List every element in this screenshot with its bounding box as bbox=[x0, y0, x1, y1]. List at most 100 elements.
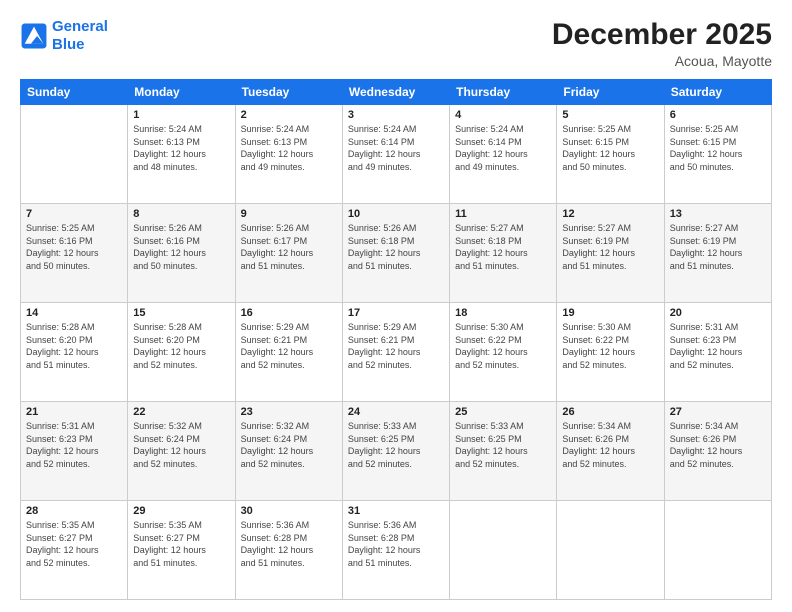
calendar-header-row: SundayMondayTuesdayWednesdayThursdayFrid… bbox=[21, 80, 772, 105]
day-info: Sunrise: 5:35 AM Sunset: 6:27 PM Dayligh… bbox=[26, 519, 122, 569]
day-number: 15 bbox=[133, 307, 229, 319]
day-info: Sunrise: 5:34 AM Sunset: 6:26 PM Dayligh… bbox=[670, 420, 766, 470]
calendar-cell: 8 Sunrise: 5:26 AM Sunset: 6:16 PM Daylig… bbox=[128, 204, 235, 303]
calendar-cell: 31Sunrise: 5:36 AM Sunset: 6:28 PM Dayli… bbox=[342, 501, 449, 600]
day-info: Sunrise: 5:27 AM Sunset: 6:19 PM Dayligh… bbox=[670, 222, 766, 272]
day-number: 29 bbox=[133, 505, 229, 517]
calendar-cell: 3 Sunrise: 5:24 AM Sunset: 6:14 PM Daylig… bbox=[342, 105, 449, 204]
calendar-cell: 7 Sunrise: 5:25 AM Sunset: 6:16 PM Daylig… bbox=[21, 204, 128, 303]
col-header-friday: Friday bbox=[557, 80, 664, 105]
calendar-week-row: 1 Sunrise: 5:24 AM Sunset: 6:13 PM Daylig… bbox=[21, 105, 772, 204]
calendar-table: SundayMondayTuesdayWednesdayThursdayFrid… bbox=[20, 79, 772, 600]
day-info: Sunrise: 5:24 AM Sunset: 6:14 PM Dayligh… bbox=[348, 123, 444, 173]
col-header-tuesday: Tuesday bbox=[235, 80, 342, 105]
logo-general: General bbox=[52, 18, 108, 35]
calendar-cell: 29 Sunrise: 5:35 AM Sunset: 6:27 PM Dayli… bbox=[128, 501, 235, 600]
day-number: 20 bbox=[670, 307, 766, 319]
calendar-week-row: 21 Sunrise: 5:31 AM Sunset: 6:23 PM Dayli… bbox=[21, 402, 772, 501]
calendar-cell: 18Sunrise: 5:30 AM Sunset: 6:22 PM Dayli… bbox=[450, 303, 557, 402]
day-info: Sunrise: 5:36 AM Sunset: 6:28 PM Dayligh… bbox=[241, 519, 337, 569]
day-number: 25 bbox=[455, 406, 551, 418]
day-number: 13 bbox=[670, 208, 766, 220]
day-info: Sunrise: 5:28 AM Sunset: 6:20 PM Dayligh… bbox=[133, 321, 229, 371]
day-number: 19 bbox=[562, 307, 658, 319]
day-info: Sunrise: 5:36 AM Sunset: 6:28 PM Dayligh… bbox=[348, 519, 444, 569]
calendar-cell: 10Sunrise: 5:26 AM Sunset: 6:18 PM Dayli… bbox=[342, 204, 449, 303]
day-info: Sunrise: 5:31 AM Sunset: 6:23 PM Dayligh… bbox=[26, 420, 122, 470]
calendar-cell bbox=[664, 501, 771, 600]
day-info: Sunrise: 5:33 AM Sunset: 6:25 PM Dayligh… bbox=[348, 420, 444, 470]
day-info: Sunrise: 5:29 AM Sunset: 6:21 PM Dayligh… bbox=[348, 321, 444, 371]
day-info: Sunrise: 5:28 AM Sunset: 6:20 PM Dayligh… bbox=[26, 321, 122, 371]
calendar-cell: 13 Sunrise: 5:27 AM Sunset: 6:19 PM Dayli… bbox=[664, 204, 771, 303]
day-number: 1 bbox=[133, 109, 229, 121]
title-block: December 2025 Acoua, Mayotte bbox=[552, 18, 772, 69]
day-number: 22 bbox=[133, 406, 229, 418]
day-number: 23 bbox=[241, 406, 337, 418]
calendar-cell: 22 Sunrise: 5:32 AM Sunset: 6:24 PM Dayli… bbox=[128, 402, 235, 501]
calendar-cell: 23 Sunrise: 5:32 AM Sunset: 6:24 PM Dayli… bbox=[235, 402, 342, 501]
calendar-week-row: 14Sunrise: 5:28 AM Sunset: 6:20 PM Dayli… bbox=[21, 303, 772, 402]
day-info: Sunrise: 5:25 AM Sunset: 6:15 PM Dayligh… bbox=[562, 123, 658, 173]
day-info: Sunrise: 5:26 AM Sunset: 6:16 PM Dayligh… bbox=[133, 222, 229, 272]
calendar-cell: 26Sunrise: 5:34 AM Sunset: 6:26 PM Dayli… bbox=[557, 402, 664, 501]
day-number: 9 bbox=[241, 208, 337, 220]
day-info: Sunrise: 5:25 AM Sunset: 6:16 PM Dayligh… bbox=[26, 222, 122, 272]
day-number: 24 bbox=[348, 406, 444, 418]
calendar-cell: 6Sunrise: 5:25 AM Sunset: 6:15 PM Daylig… bbox=[664, 105, 771, 204]
day-info: Sunrise: 5:32 AM Sunset: 6:24 PM Dayligh… bbox=[241, 420, 337, 470]
calendar-cell: 24 Sunrise: 5:33 AM Sunset: 6:25 PM Dayli… bbox=[342, 402, 449, 501]
logo-blue: Blue bbox=[52, 36, 85, 53]
day-info: Sunrise: 5:30 AM Sunset: 6:22 PM Dayligh… bbox=[455, 321, 551, 371]
day-number: 28 bbox=[26, 505, 122, 517]
day-number: 5 bbox=[562, 109, 658, 121]
calendar-cell: 11 Sunrise: 5:27 AM Sunset: 6:18 PM Dayli… bbox=[450, 204, 557, 303]
day-number: 2 bbox=[241, 109, 337, 121]
col-header-saturday: Saturday bbox=[664, 80, 771, 105]
calendar-cell: 25 Sunrise: 5:33 AM Sunset: 6:25 PM Dayli… bbox=[450, 402, 557, 501]
day-number: 17 bbox=[348, 307, 444, 319]
day-info: Sunrise: 5:32 AM Sunset: 6:24 PM Dayligh… bbox=[133, 420, 229, 470]
calendar-cell: 20 Sunrise: 5:31 AM Sunset: 6:23 PM Dayli… bbox=[664, 303, 771, 402]
day-number: 12 bbox=[562, 208, 658, 220]
day-info: Sunrise: 5:24 AM Sunset: 6:13 PM Dayligh… bbox=[241, 123, 337, 173]
day-number: 21 bbox=[26, 406, 122, 418]
day-number: 26 bbox=[562, 406, 658, 418]
day-info: Sunrise: 5:35 AM Sunset: 6:27 PM Dayligh… bbox=[133, 519, 229, 569]
day-info: Sunrise: 5:33 AM Sunset: 6:25 PM Dayligh… bbox=[455, 420, 551, 470]
calendar-cell: 5 Sunrise: 5:25 AM Sunset: 6:15 PM Daylig… bbox=[557, 105, 664, 204]
day-info: Sunrise: 5:27 AM Sunset: 6:19 PM Dayligh… bbox=[562, 222, 658, 272]
calendar-cell: 30 Sunrise: 5:36 AM Sunset: 6:28 PM Dayli… bbox=[235, 501, 342, 600]
calendar-cell bbox=[450, 501, 557, 600]
day-info: Sunrise: 5:29 AM Sunset: 6:21 PM Dayligh… bbox=[241, 321, 337, 371]
calendar-cell: 19 Sunrise: 5:30 AM Sunset: 6:22 PM Dayli… bbox=[557, 303, 664, 402]
calendar-cell: 28 Sunrise: 5:35 AM Sunset: 6:27 PM Dayli… bbox=[21, 501, 128, 600]
location-subtitle: Acoua, Mayotte bbox=[552, 53, 772, 69]
day-number: 16 bbox=[241, 307, 337, 319]
day-number: 8 bbox=[133, 208, 229, 220]
day-number: 7 bbox=[26, 208, 122, 220]
day-number: 10 bbox=[348, 208, 444, 220]
calendar-cell: 21 Sunrise: 5:31 AM Sunset: 6:23 PM Dayli… bbox=[21, 402, 128, 501]
page: General Blue December 2025 Acoua, Mayott… bbox=[0, 0, 792, 612]
day-number: 3 bbox=[348, 109, 444, 121]
col-header-sunday: Sunday bbox=[21, 80, 128, 105]
calendar-cell bbox=[21, 105, 128, 204]
calendar-cell bbox=[557, 501, 664, 600]
day-number: 6 bbox=[670, 109, 766, 121]
col-header-monday: Monday bbox=[128, 80, 235, 105]
calendar-week-row: 28 Sunrise: 5:35 AM Sunset: 6:27 PM Dayli… bbox=[21, 501, 772, 600]
calendar-cell: 16 Sunrise: 5:29 AM Sunset: 6:21 PM Dayli… bbox=[235, 303, 342, 402]
day-info: Sunrise: 5:24 AM Sunset: 6:13 PM Dayligh… bbox=[133, 123, 229, 173]
day-info: Sunrise: 5:30 AM Sunset: 6:22 PM Dayligh… bbox=[562, 321, 658, 371]
day-info: Sunrise: 5:31 AM Sunset: 6:23 PM Dayligh… bbox=[670, 321, 766, 371]
header: General Blue December 2025 Acoua, Mayott… bbox=[20, 18, 772, 69]
day-number: 11 bbox=[455, 208, 551, 220]
logo: General Blue bbox=[20, 18, 108, 54]
day-number: 30 bbox=[241, 505, 337, 517]
calendar-cell: 9Sunrise: 5:26 AM Sunset: 6:17 PM Daylig… bbox=[235, 204, 342, 303]
col-header-thursday: Thursday bbox=[450, 80, 557, 105]
calendar-cell: 2 Sunrise: 5:24 AM Sunset: 6:13 PM Daylig… bbox=[235, 105, 342, 204]
calendar-cell: 15 Sunrise: 5:28 AM Sunset: 6:20 PM Dayli… bbox=[128, 303, 235, 402]
day-info: Sunrise: 5:27 AM Sunset: 6:18 PM Dayligh… bbox=[455, 222, 551, 272]
